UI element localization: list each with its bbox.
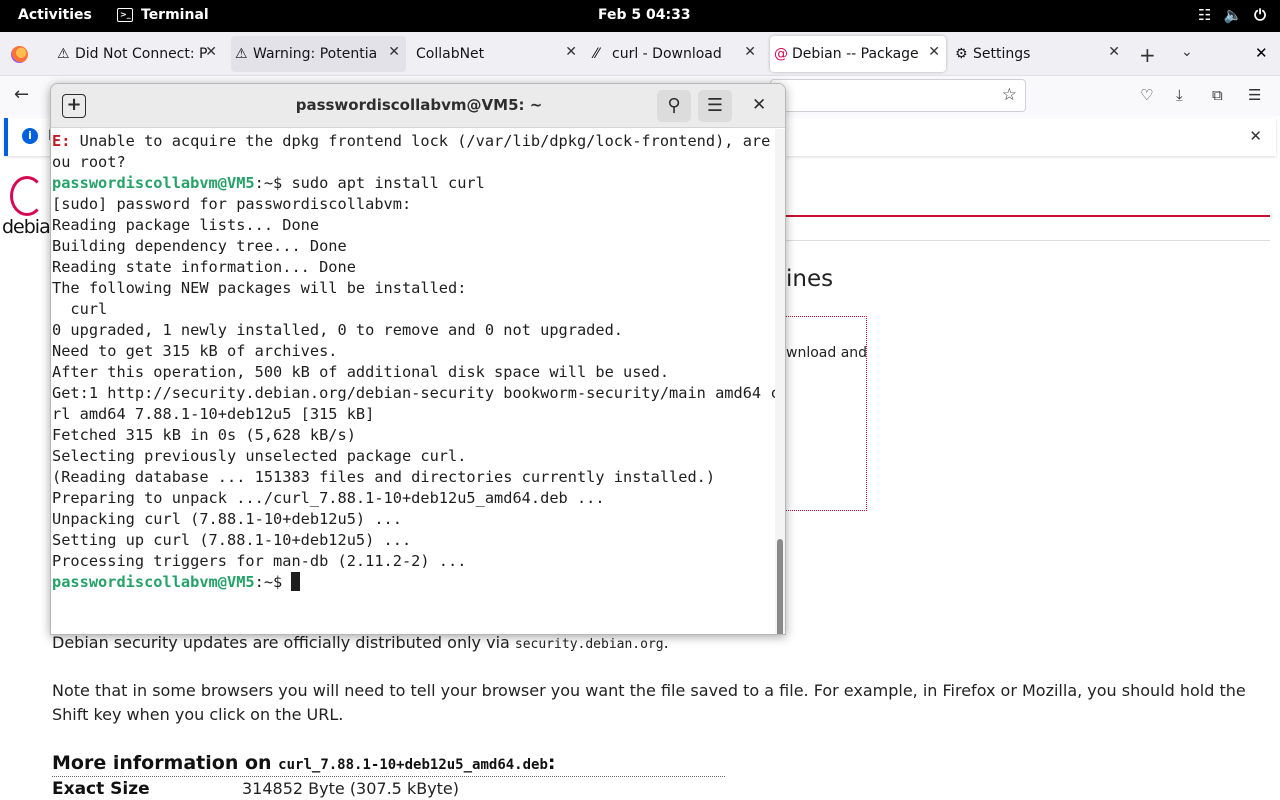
warning-icon: ⚠: [57, 46, 70, 62]
exact-size-label: Exact Size: [52, 779, 150, 799]
package-filename: curl_7.88.1-10+deb12u5_amd64.deb: [278, 757, 548, 773]
extensions-icon[interactable]: ⧉: [1212, 86, 1223, 104]
network-icon: ☷: [1197, 6, 1212, 24]
pocket-icon[interactable]: ♡: [1140, 86, 1153, 104]
activities-button[interactable]: Activities: [18, 7, 92, 23]
search-icon[interactable]: ⚲: [657, 90, 691, 122]
url-bar[interactable]: ☆: [770, 79, 1026, 112]
app-menu[interactable]: >_ Terminal: [117, 7, 209, 23]
breadcrumb-divider: [786, 240, 1270, 241]
list-all-tabs-chevron-icon[interactable]: ⌄: [1181, 44, 1193, 60]
hamburger-menu-icon[interactable]: ☰: [1248, 86, 1261, 104]
terminal-icon: >_: [117, 8, 133, 22]
more-info-divider: [52, 776, 725, 777]
downloads-icon[interactable]: ⤓: [1176, 86, 1183, 104]
tab-label: Did Not Connect: P: [75, 46, 208, 62]
tab-3[interactable]: CollabNet ✕: [410, 36, 583, 72]
prompt-path: :~$: [254, 174, 292, 192]
command-text: sudo apt install curl: [291, 174, 485, 192]
tab-label: Warning: Potentia: [253, 46, 378, 62]
bookmark-star-icon[interactable]: ☆: [1002, 85, 1017, 105]
tab-close-icon[interactable]: ✕: [388, 44, 400, 60]
system-status-area[interactable]: ☷ 🔈 ⏻: [1198, 6, 1266, 24]
terminal-line: 0 upgraded, 1 newly installed, 0 to remo…: [52, 321, 623, 339]
gear-icon: ⚙: [955, 46, 968, 62]
terminal-window[interactable]: + passwordiscollabvm@VM5: ~ ⚲ ☰ ✕ E: Una…: [50, 83, 786, 635]
tab-close-icon[interactable]: ✕: [928, 44, 940, 60]
tab-6[interactable]: ⚙ Settings ✕: [951, 36, 1126, 72]
terminal-output[interactable]: E: Unable to acquire the dpkg frontend l…: [51, 131, 775, 634]
exact-size-value: 314852 Byte (307.5 kByte): [242, 779, 460, 798]
app-name: Terminal: [141, 7, 209, 23]
warning-icon: ⚠: [235, 46, 248, 62]
tab-2[interactable]: ⚠ Warning: Potentia ✕: [231, 36, 406, 72]
note-line-2: Shift key when you click on the URL.: [52, 705, 344, 724]
browser-tab-strip: ⚠ Did Not Connect: P ✕ ⚠ Warning: Potentia ✕ C…: [0, 32, 1280, 76]
tab-close-icon[interactable]: ✕: [565, 44, 577, 60]
terminal-line: Processing triggers for man-db (2.11.2-2…: [52, 552, 467, 570]
gnome-top-bar: Activities >_ Terminal Feb 5 04:33 ☷ 🔈 ⏻: [0, 0, 1280, 32]
tab-close-icon[interactable]: ✕: [205, 44, 217, 60]
text-cursor[interactable]: [291, 572, 301, 591]
tab-close-icon[interactable]: ✕: [1108, 44, 1120, 60]
note-line-1: Note that in some browsers you will need…: [52, 681, 1246, 700]
back-arrow-icon[interactable]: ←: [14, 84, 29, 105]
tab-close-icon[interactable]: ✕: [744, 44, 756, 60]
terminal-line: passwordiscollabvm@VM5:~$ sudo apt insta…: [52, 173, 775, 194]
terminal-line: ou root?: [52, 153, 126, 171]
prompt-user: passwordiscollabvm@VM5: [52, 573, 255, 591]
terminal-line: E: Unable to acquire the dpkg frontend l…: [52, 132, 775, 150]
notification-close-icon[interactable]: ✕: [1249, 127, 1262, 145]
debian-icon: @: [774, 46, 788, 62]
power-icon: ⏻: [1254, 6, 1266, 24]
tab-1[interactable]: ⚠ Did Not Connect: P ✕: [53, 36, 223, 72]
more-info-heading: More information on curl_7.88.1-10+deb12…: [52, 752, 556, 774]
prompt-user: passwordiscollabvm@VM5: [52, 174, 255, 192]
volume-icon: 🔈: [1223, 6, 1243, 24]
tab-label: curl - Download: [612, 46, 722, 62]
page-heading-fragment: ines: [786, 266, 834, 292]
tab-label: CollabNet: [416, 46, 485, 62]
terminal-line: (Reading database ... 151383 files and d…: [52, 468, 716, 486]
terminal-line: After this operation, 500 kB of addition…: [52, 363, 670, 381]
note-paragraph: Note that in some browsers you will need…: [52, 679, 1246, 727]
terminal-line: Need to get 315 kB of archives.: [52, 342, 338, 360]
terminal-line: The following NEW packages will be insta…: [52, 279, 467, 297]
new-tab-button[interactable]: +: [1139, 43, 1156, 67]
tab-label: Debian -- Package: [792, 46, 919, 62]
info-icon: i: [22, 128, 38, 144]
terminal-line: Reading package lists... Done: [52, 216, 320, 234]
terminal-line: Setting up curl (7.88.1-10+deb12u5) ...: [52, 531, 412, 549]
tab-4[interactable]: ⁄⁄ curl - Download ✕: [590, 36, 762, 72]
terminal-line: Preparing to unpack .../curl_7.88.1-10+d…: [52, 489, 605, 507]
clock[interactable]: Feb 5 04:33: [598, 7, 691, 23]
terminal-line: [sudo] password for passwordiscollabvm:: [52, 195, 412, 213]
terminal-line: Get:1 http://security.debian.org/debian-…: [52, 384, 775, 402]
terminal-line: Fetched 315 kB in 0s (5,628 kB/s): [52, 426, 356, 444]
curl-icon: ⁄⁄: [594, 46, 599, 62]
window-close-icon[interactable]: ✕: [1255, 44, 1268, 62]
terminal-line: passwordiscollabvm@VM5:~$: [52, 572, 775, 593]
prompt-path: :~$: [254, 573, 292, 591]
terminal-scrollbar-thumb[interactable]: [777, 539, 783, 634]
error-prefix: E:: [52, 132, 71, 150]
terminal-line: Building dependency tree... Done: [52, 237, 347, 255]
terminal-menu-icon[interactable]: ☰: [698, 90, 732, 122]
terminal-headerbar[interactable]: + passwordiscollabvm@VM5: ~ ⚲ ☰ ✕: [51, 84, 785, 128]
tab-label: Settings: [973, 46, 1031, 62]
security-host: security.debian.org: [514, 637, 664, 652]
terminal-line: rl amd64 7.88.1-10+deb12u5 [315 kB]: [52, 405, 375, 423]
debian-swirl-logo[interactable]: [10, 176, 44, 216]
terminal-line: curl: [52, 300, 108, 318]
terminal-line: Unpacking curl (7.88.1-10+deb12u5) ...: [52, 510, 402, 528]
download-box-text: wnload and: [786, 345, 868, 361]
header-divider: [786, 215, 1270, 217]
terminal-close-icon[interactable]: ✕: [752, 95, 766, 115]
terminal-scrollbar[interactable]: [775, 129, 785, 634]
tab-5[interactable]: @ Debian -- Package ✕: [770, 36, 946, 72]
terminal-line: Reading state information... Done: [52, 258, 356, 276]
terminal-line: Selecting previously unselected package …: [52, 447, 467, 465]
firefox-icon[interactable]: [11, 46, 28, 63]
